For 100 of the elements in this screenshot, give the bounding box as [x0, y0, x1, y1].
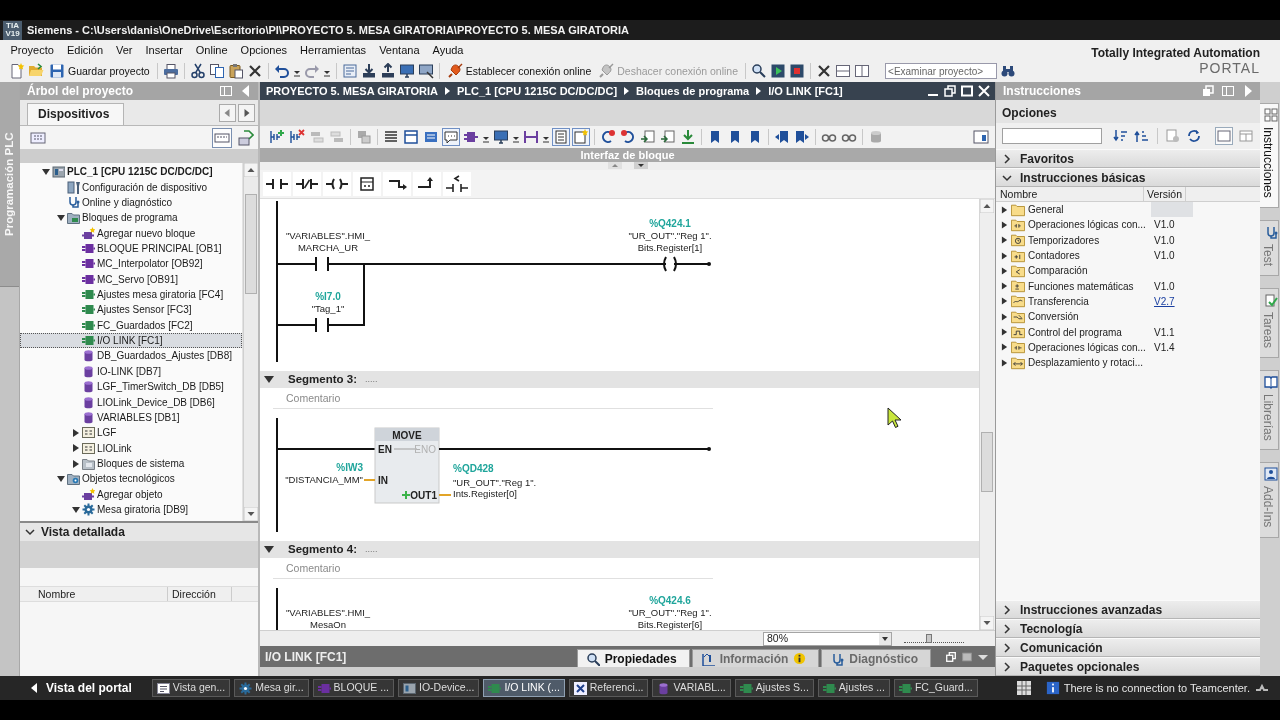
breadcrumb-item[interactable]: Bloques de programa	[636, 82, 750, 100]
menu-item[interactable]: Ventana	[372, 42, 426, 58]
inspector-tab[interactable]: Diagnóstico	[821, 649, 931, 667]
normally-closed-contact-icon[interactable]	[293, 172, 321, 196]
column-header[interactable]: Versión	[1144, 187, 1186, 201]
open-folder-icon[interactable]	[28, 63, 44, 79]
taskbar-item[interactable]: FC_Guard...	[893, 679, 978, 697]
column-header[interactable]: Nombre	[996, 187, 1144, 201]
delete-icon[interactable]	[246, 63, 263, 79]
restore-icon[interactable]	[945, 650, 957, 663]
monitor-pointer-icon[interactable]	[417, 63, 434, 79]
comment-field[interactable]: Comentario	[273, 388, 713, 409]
sort-up-icon[interactable]	[1134, 128, 1150, 144]
instruction-item[interactable]: Contadores V1.0	[996, 247, 1260, 264]
instruction-item[interactable]: Desplazamiento y rotaci...	[996, 354, 1260, 371]
monitor-icon[interactable]	[398, 63, 415, 79]
comparator-contact-icon[interactable]	[443, 172, 471, 196]
network-title-field[interactable]: .....	[365, 542, 378, 557]
instruction-item[interactable]: Conversión	[996, 309, 1260, 325]
section-header[interactable]: Instrucciones básicas	[996, 168, 1260, 187]
binoculars-icon[interactable]	[1000, 63, 1017, 79]
collapse-triangle-icon[interactable]	[264, 545, 274, 554]
tree-item[interactable]: MC_Interpolator [OB92]	[20, 256, 242, 272]
inspector-tab[interactable]: Información	[691, 649, 820, 667]
page-arrow-icon[interactable]	[659, 128, 677, 146]
column-header[interactable]: Nombre	[34, 587, 168, 601]
instruction-item[interactable]: Comparación	[996, 263, 1260, 279]
menu-item[interactable]: Edición	[60, 42, 110, 58]
zoom-slider-thumb[interactable]	[925, 634, 932, 643]
menu-item[interactable]: Proyecto	[4, 42, 61, 58]
download-icon[interactable]	[360, 63, 377, 79]
expand-down-icon[interactable]	[633, 162, 648, 169]
column-header[interactable]: Dirección	[168, 587, 232, 601]
speech-bubble-icon[interactable]	[442, 128, 460, 146]
tree-item[interactable]: Bloques de programa	[20, 210, 242, 226]
instruction-item[interactable]: General	[996, 202, 1260, 218]
new-project-icon[interactable]	[9, 63, 25, 79]
coil-icon[interactable]	[323, 172, 351, 196]
tree-item[interactable]: DB_Guardados_Ajustes [DB8]	[20, 348, 242, 364]
section-header[interactable]: Comunicación	[996, 638, 1260, 657]
taskbar-item[interactable]: Ajustes ...	[817, 679, 890, 697]
version-link[interactable]: V2.7	[1154, 295, 1175, 307]
restore-icon[interactable]	[943, 84, 957, 98]
page-arrow-icon[interactable]	[639, 128, 657, 146]
taskbar-item[interactable]: IO-Device...	[397, 679, 480, 697]
collapse-triangle-icon[interactable]	[264, 375, 274, 384]
zoom-slider-track[interactable]	[904, 634, 964, 643]
connect-online-button[interactable]: Establecer conexión online	[444, 63, 594, 79]
ladder-icon[interactable]	[522, 128, 540, 146]
remove-network-icon[interactable]	[288, 128, 306, 146]
menu-item[interactable]: Online	[189, 42, 235, 58]
section-header[interactable]: Paquetes opcionales	[996, 657, 1260, 676]
tree-item[interactable]: Objetos tecnológicos	[20, 471, 242, 487]
scissors-icon[interactable]	[189, 63, 206, 79]
tree-item[interactable]: LGF_TimerSwitch_DB [DB5]	[20, 379, 242, 395]
tree-item[interactable]: VARIABLES [DB1]	[20, 409, 242, 426]
comment-field[interactable]: Comentario	[273, 558, 713, 579]
split-vertical-icon[interactable]	[854, 63, 871, 79]
save-project-button[interactable]: Guardar proyecto	[47, 63, 152, 79]
tree-item[interactable]: IO-LINK [DB7]	[20, 363, 242, 380]
magnifier-icon[interactable]	[751, 63, 768, 79]
contact-symbol[interactable]	[315, 317, 329, 333]
scroll-down-icon[interactable]	[980, 616, 994, 630]
collapsed-arrow-icon[interactable]	[72, 444, 80, 453]
scroll-left-icon[interactable]	[219, 103, 236, 122]
normally-open-contact-icon[interactable]	[263, 172, 291, 196]
section-header[interactable]: Tecnología	[996, 619, 1260, 638]
tree-item[interactable]: I/O LINK [FC1]	[20, 332, 242, 349]
window-icon[interactable]	[973, 129, 989, 145]
taskbar-item[interactable]: I/O LINK (...	[483, 679, 565, 697]
tree-item[interactable]: Configuración de dispositivo	[20, 179, 242, 195]
instruction-item[interactable]: Transferencia V2.7	[996, 293, 1260, 310]
instruction-item[interactable]: Operaciones lógicas con... V1.0	[996, 217, 1260, 233]
tree-item[interactable]: Agregar nuevo bloque	[20, 225, 242, 241]
undo-icon[interactable]	[273, 63, 290, 79]
instruction-item[interactable]: Funciones matemáticas V1.0	[996, 278, 1260, 294]
scroll-thumb[interactable]	[981, 432, 993, 492]
breadcrumb-item[interactable]: PROYECTO 5. MESA GIRATORIA	[266, 82, 438, 100]
menu-item[interactable]: Opciones	[234, 42, 294, 58]
instruction-item[interactable]: Control del programa V1.1	[996, 324, 1260, 340]
tree-item[interactable]: BLOQUE PRINCIPAL [OB1]	[20, 240, 242, 257]
instruction-item[interactable]: Temporizadores V1.0	[996, 232, 1260, 248]
tree-item[interactable]: PLC_1 [CPU 1215C DC/DC/DC]	[20, 164, 242, 180]
copy-icon[interactable]	[208, 63, 225, 79]
close-branch-icon[interactable]	[413, 172, 441, 196]
bookmark-next-icon[interactable]	[793, 128, 811, 146]
instruction-item[interactable]: Operaciones lógicas con... V1.4	[996, 339, 1260, 355]
refresh-icon[interactable]	[1186, 128, 1202, 144]
tree-item[interactable]: Ajustes Sensor [FC3]	[20, 302, 242, 318]
scroll-down-icon[interactable]	[244, 507, 258, 521]
curved-arrow-icon[interactable]	[619, 128, 637, 146]
scroll-up-icon[interactable]	[244, 163, 258, 177]
expanded-arrow-icon[interactable]	[42, 167, 50, 176]
close-icon[interactable]	[977, 84, 991, 98]
taskbar-item[interactable]: BLOQUE ...	[312, 679, 394, 697]
stop-icon[interactable]	[789, 63, 806, 79]
contact-symbol[interactable]	[315, 256, 329, 272]
tree-item[interactable]: LIOLink	[20, 440, 242, 456]
network-title-field[interactable]: .....	[365, 372, 378, 387]
expanded-arrow-icon[interactable]	[57, 474, 65, 483]
